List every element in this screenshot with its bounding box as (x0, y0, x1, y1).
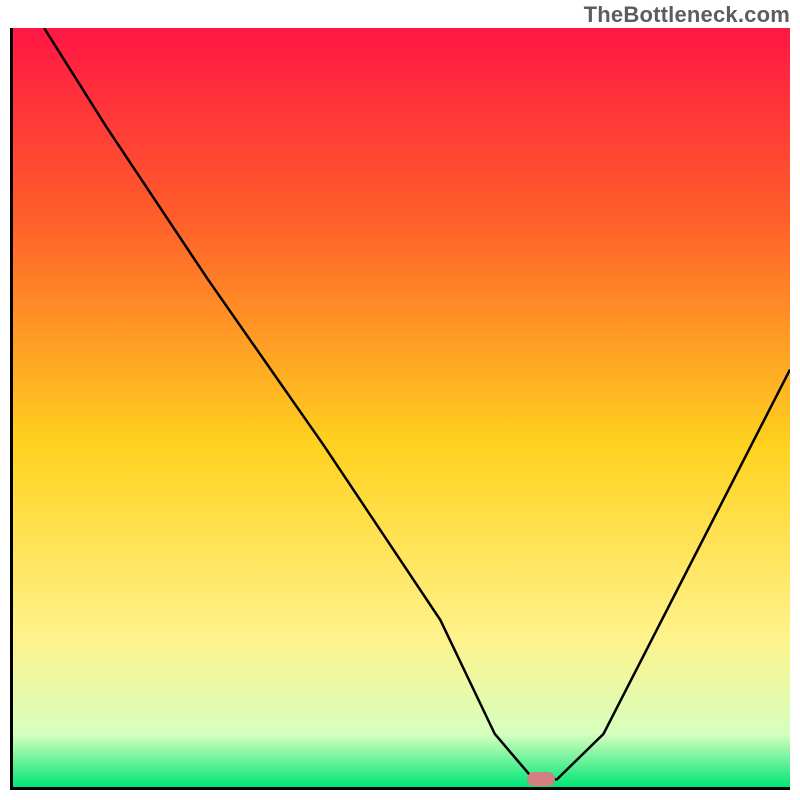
watermark-text: TheBottleneck.com (584, 2, 790, 28)
bottleneck-curve (13, 28, 790, 787)
chart-stage: TheBottleneck.com (0, 0, 800, 800)
plot-area (10, 28, 790, 790)
optimal-point-marker (527, 772, 555, 786)
